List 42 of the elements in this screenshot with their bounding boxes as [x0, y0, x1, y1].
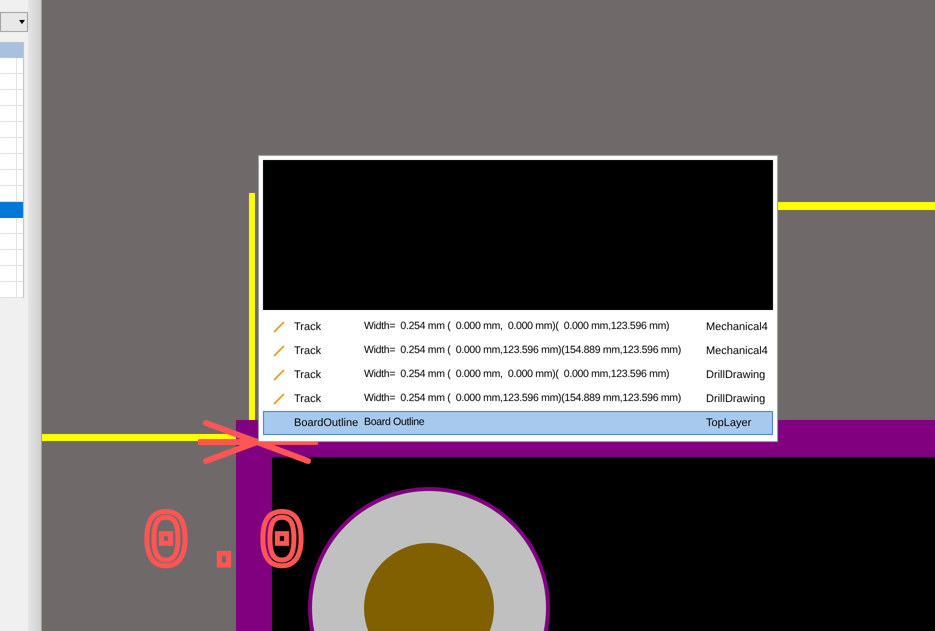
object-type: Track [294, 368, 322, 383]
toolbar-dropdown-button[interactable] [0, 12, 28, 32]
object-layer: Mechanical4 [706, 320, 768, 335]
object-description: Width= 0.254 mm ( 0.000 mm,123.596 mm)(154.889 mm,123.596 mm) [364, 391, 682, 406]
object-type: Track [294, 392, 322, 407]
object-type: BoardOutline [294, 416, 360, 431]
grid-row[interactable] [0, 218, 23, 234]
object-layer: DrillDrawing [706, 392, 766, 407]
grid-row[interactable] [0, 122, 23, 138]
diagonal-line-icon [273, 393, 285, 405]
object-list-item[interactable]: BoardOutline Board Outline TopLayer [263, 411, 773, 435]
diagonal-line-icon [273, 345, 285, 357]
grid-row[interactable] [0, 74, 23, 90]
object-description: Width= 0.254 mm ( 0.000 mm, 0.000 mm)( 0.000 mm,123.596 mm) [364, 367, 670, 382]
grid-row[interactable] [0, 186, 23, 202]
caret-icon [19, 20, 25, 24]
grid-row[interactable] [0, 170, 23, 186]
object-type: Track [294, 344, 322, 359]
object-list-item[interactable]: Track Width= 0.254 mm ( 0.000 mm, 0.000 mm)( 0.000 mm,123.596 mm) DrillDrawing [263, 363, 773, 387]
object-layer: TopLayer [706, 416, 752, 431]
object-list-item[interactable]: Track Width= 0.254 mm ( 0.000 mm,123.596 mm)(154.889 mm,123.596 mm) Mechanical4 [263, 339, 773, 363]
object-list-item[interactable]: Track Width= 0.254 mm ( 0.000 mm, 0.000 mm)( 0.000 mm,123.596 mm) Mechanical4 [263, 315, 773, 339]
object-description: Board Outline [364, 415, 426, 430]
object-list-item[interactable]: Track Width= 0.254 mm ( 0.000 mm,123.596 mm)(154.889 mm,123.596 mm) DrillDrawing [263, 387, 773, 411]
grid-row[interactable] [0, 202, 23, 218]
grid-row[interactable] [0, 138, 23, 154]
grid-row[interactable] [0, 282, 23, 298]
grid-row[interactable] [0, 58, 23, 74]
grid-row[interactable] [0, 90, 23, 106]
grid-row[interactable] [0, 234, 23, 250]
grid-row[interactable] [0, 106, 23, 122]
object-layer: DrillDrawing [706, 368, 766, 383]
object-description: Width= 0.254 mm ( 0.000 mm, 0.000 mm)( 0.000 mm,123.596 mm) [364, 319, 670, 334]
grid-row[interactable] [0, 250, 23, 266]
grid-header [0, 42, 23, 58]
grid-row[interactable] [0, 266, 23, 282]
diagonal-line-icon [273, 321, 285, 333]
diagonal-line-icon [273, 369, 285, 381]
grid-row[interactable] [0, 154, 23, 170]
object-description: Width= 0.254 mm ( 0.000 mm,123.596 mm)(154.889 mm,123.596 mm) [364, 343, 682, 358]
object-layer: Mechanical4 [706, 344, 768, 359]
object-type: Track [294, 320, 322, 335]
